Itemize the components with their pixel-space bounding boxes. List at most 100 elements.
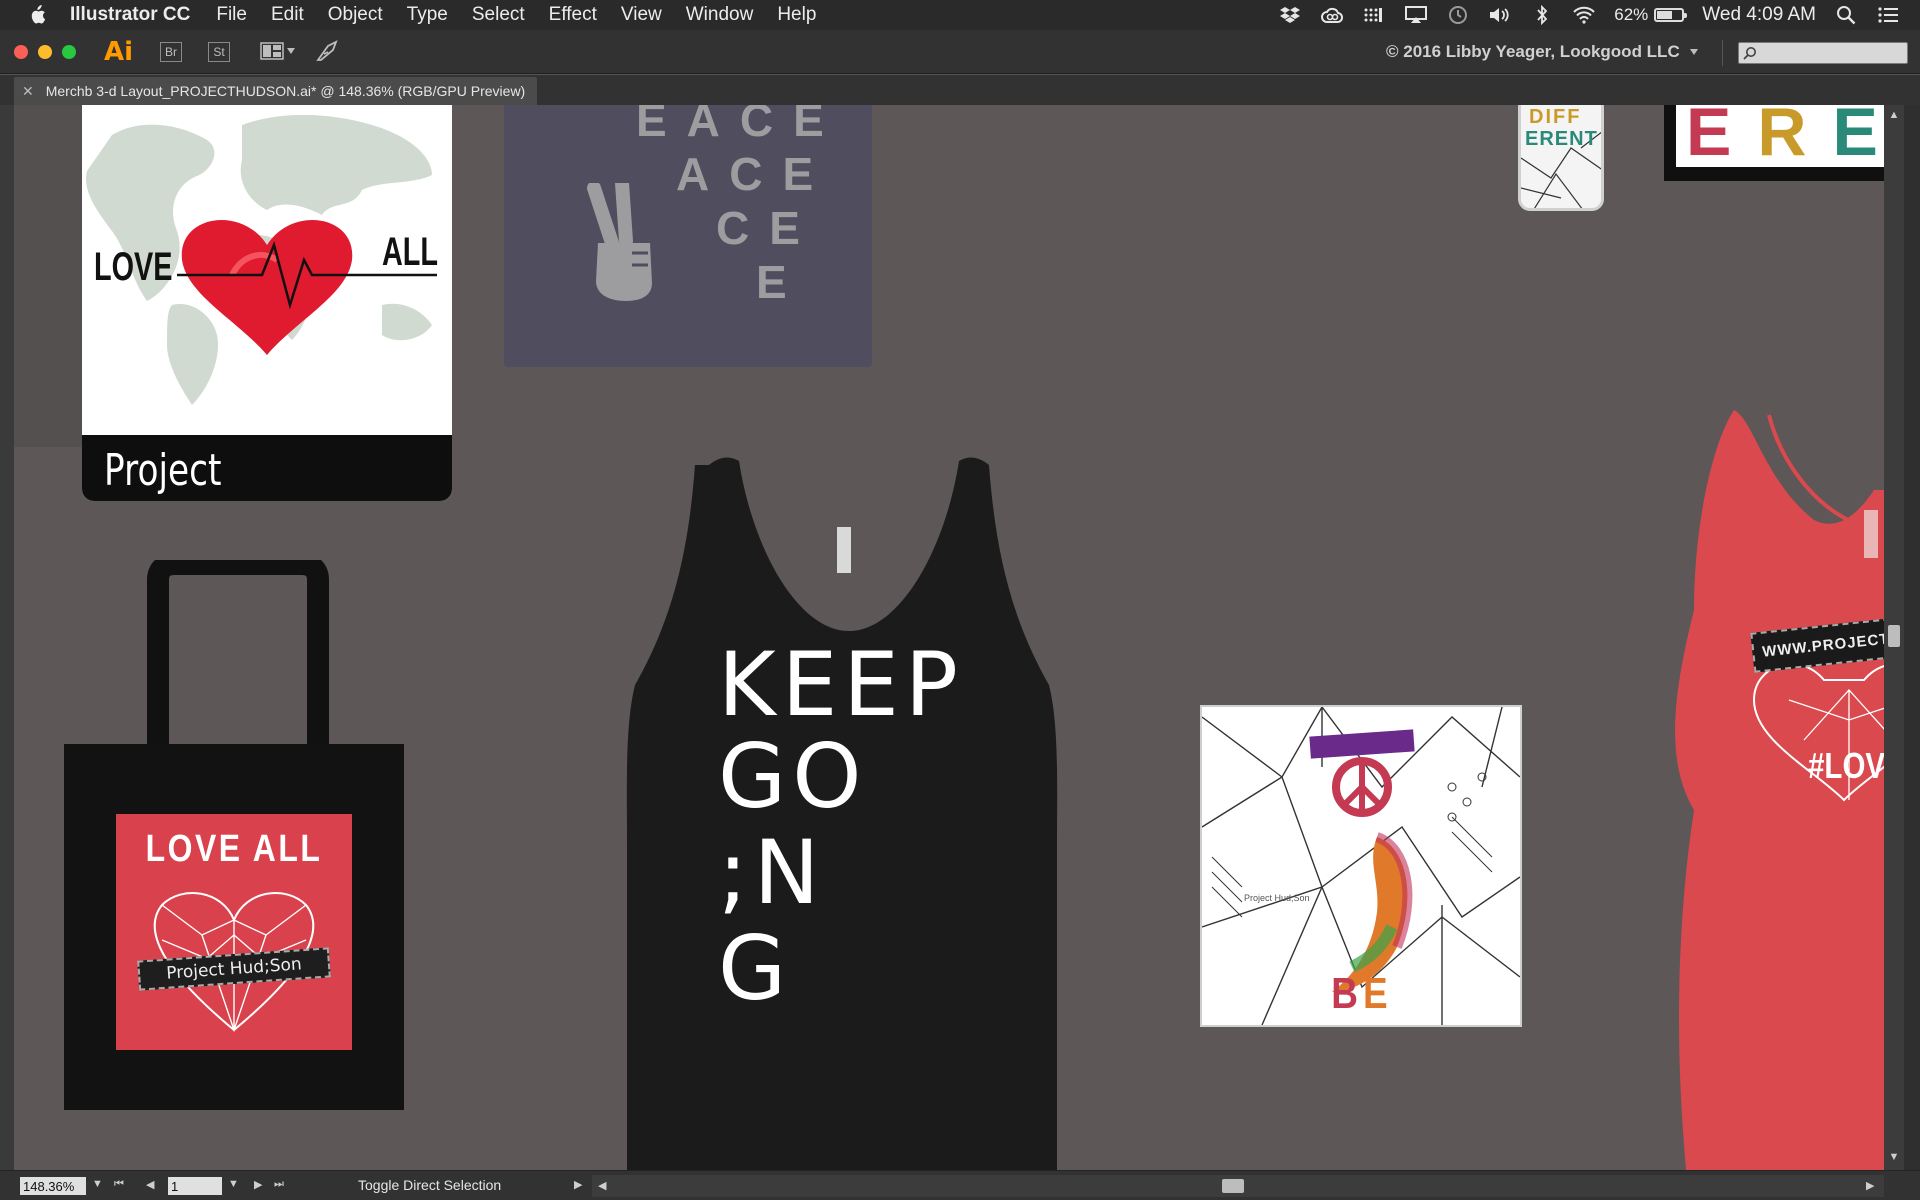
vertical-scrollbar[interactable]: ▲ ▼ [1884,105,1904,1170]
artboard-canvas[interactable]: LOVE ALL Project Hud;Son EACE ACE CE E D… [14,105,1884,1170]
artboard-dropdown-icon[interactable]: ▼ [228,1178,239,1190]
tank-line-1: KEEP [718,633,964,736]
stock-button[interactable]: St [208,42,230,62]
battery-status[interactable]: 62% [1614,5,1688,25]
vertical-scroll-thumb[interactable] [1888,625,1900,647]
scroll-up-arrow-icon[interactable]: ▲ [1888,109,1900,121]
panel-dock-edge [1904,105,1920,1170]
menu-view[interactable]: View [621,4,662,26]
peace-hand-icon [587,183,652,301]
scroll-right-arrow-icon[interactable]: ▶ [1866,1179,1874,1192]
menu-object[interactable]: Object [328,4,383,26]
zoom-level-field[interactable]: 148.36% [20,1177,86,1195]
first-artboard-icon[interactable]: ⏮ [114,1178,124,1191]
artboard-number-value: 1 [171,1178,179,1194]
search-field[interactable] [1757,44,1901,62]
status-menus: 62% Wed 4:09 AM [1278,0,1900,30]
macos-menu-bar: Illustrator CC File Edit Object Type Sel… [0,0,1920,30]
tote-bag[interactable]: LOVE ALL Project Hud;Son [64,744,404,1110]
app-menu-illustrator[interactable]: Illustrator CC [70,4,190,26]
notification-center-icon[interactable] [1876,5,1900,25]
status-menu-label[interactable]: Toggle Direct Selection [358,1177,501,1193]
wifi-icon[interactable] [1572,5,1596,25]
menu-select[interactable]: Select [472,4,525,26]
tank-tag [837,527,851,573]
tank-line-4: G [718,917,793,1020]
print-brand-strip: Project Hud;Son [82,435,452,501]
arrange-documents-button[interactable] [260,42,295,60]
airplay-icon[interactable] [1404,5,1428,25]
menu-type[interactable]: Type [407,4,448,26]
chevron-down-icon [287,48,295,54]
peace-line-3: CE [716,202,820,254]
phone-case[interactable]: DIFF ERENT [1518,105,1604,211]
battery-percent: 62% [1614,5,1649,24]
zoom-level-value: 148.36% [23,1178,75,1194]
scroll-left-arrow-icon[interactable]: ◀ [598,1179,606,1192]
menu-window[interactable]: Window [686,4,754,26]
scroll-down-arrow-icon[interactable]: ▼ [1888,1151,1900,1163]
close-tab-icon[interactable]: ✕ [22,83,34,100]
print-brand-label: Project Hud;Son [104,445,249,501]
menu-effect[interactable]: Effect [549,4,597,26]
minimize-window-button[interactable] [38,45,52,59]
clock[interactable]: Wed 4:09 AM [1702,4,1816,26]
bluetooth-icon[interactable] [1530,5,1554,25]
red-tank-top[interactable] [1674,410,1884,1170]
horizontal-scrollbar[interactable]: ◀ ▶ [592,1175,1884,1197]
document-tab-bar: ✕ Merchb 3-d Layout_PROJECTHUDSON.ai* @ … [0,75,1920,105]
peace-line-1: EACE [636,105,844,146]
bridge-button[interactable]: Br [160,42,182,62]
previous-artboard-icon[interactable]: ◀ [146,1178,154,1191]
love-all-print[interactable]: LOVE ALL Project Hud;Son [82,105,452,501]
dropbox-icon[interactable] [1278,5,1302,25]
tank-line-2: GO [718,725,868,828]
be-different-tile[interactable]: Project Hud;Son BE DIFFERENT [1200,705,1522,1027]
red-tank-hashtag: #LOVE [1808,745,1884,786]
document-tab[interactable]: ✕ Merchb 3-d Layout_PROJECTHUDSON.ai* @ … [14,77,538,105]
last-artboard-icon[interactable]: ⏭ [274,1178,284,1191]
status-bar: 148.36% ▼ ⏮ ◀ 1 ▼ ▶ ⏭ Toggle Direct Sele… [0,1170,1920,1200]
arrange-documents-icon [260,42,284,60]
menu-edit[interactable]: Edit [271,4,304,26]
horizontal-scroll-thumb[interactable] [1222,1179,1244,1193]
peace-line-2: ACE [676,148,834,200]
framed-print-text: ERE [1686,105,1884,170]
peace-tshirt[interactable]: EACE ACE CE E [504,105,872,367]
application-bar: Ai Br St © 2016 Libby Yeager, Lookgood L… [0,30,1920,74]
zoom-dropdown-icon[interactable]: ▼ [92,1178,103,1190]
tote-bag-badge-label: Project Hud;Son [165,954,303,984]
document-tab-title: Merchb 3-d Layout_PROJECTHUDSON.ai* @ 14… [45,83,526,99]
battery-icon [1654,8,1688,22]
menu-help[interactable]: Help [777,4,816,26]
tile-caption: BE DIFFERENT [1236,969,1484,1025]
volume-icon[interactable] [1488,5,1512,25]
tote-bag-title: LOVE ALL [145,828,323,870]
tank-tag [1864,510,1878,558]
time-machine-icon[interactable] [1446,5,1470,25]
zoom-window-button[interactable] [62,45,76,59]
close-window-button[interactable] [14,45,28,59]
grid-dots-icon[interactable] [1362,5,1386,25]
battery-fill [1657,11,1673,19]
spotlight-search-icon[interactable] [1834,5,1858,25]
artboard-number-field[interactable]: 1 [168,1177,222,1195]
tank-line-3: ;N [718,821,826,924]
print-all-label: ALL [382,230,438,274]
search-icon [1743,47,1756,60]
toolbar-divider [1722,40,1723,66]
red-tank-badge-label: WWW.PROJECTH [1761,628,1884,661]
peace-line-4: E [756,256,807,308]
workspace-label: © 2016 Libby Yeager, Lookgood LLC [1386,42,1680,61]
framed-print[interactable]: ERE [1664,105,1884,181]
menu-file[interactable]: File [216,4,247,26]
canvas-left-edge [0,105,14,1170]
workspace-switcher[interactable]: © 2016 Libby Yeager, Lookgood LLC [1386,42,1698,62]
creative-cloud-icon[interactable] [1320,5,1344,25]
next-artboard-icon[interactable]: ▶ [254,1178,262,1191]
tote-bag-print: LOVE ALL Project Hud;Son [116,814,352,1050]
status-menu-arrow-icon[interactable]: ▶ [574,1178,582,1191]
search-stock-input[interactable] [1738,42,1908,64]
apple-icon[interactable] [22,5,52,25]
gpu-performance-icon[interactable] [316,40,340,67]
